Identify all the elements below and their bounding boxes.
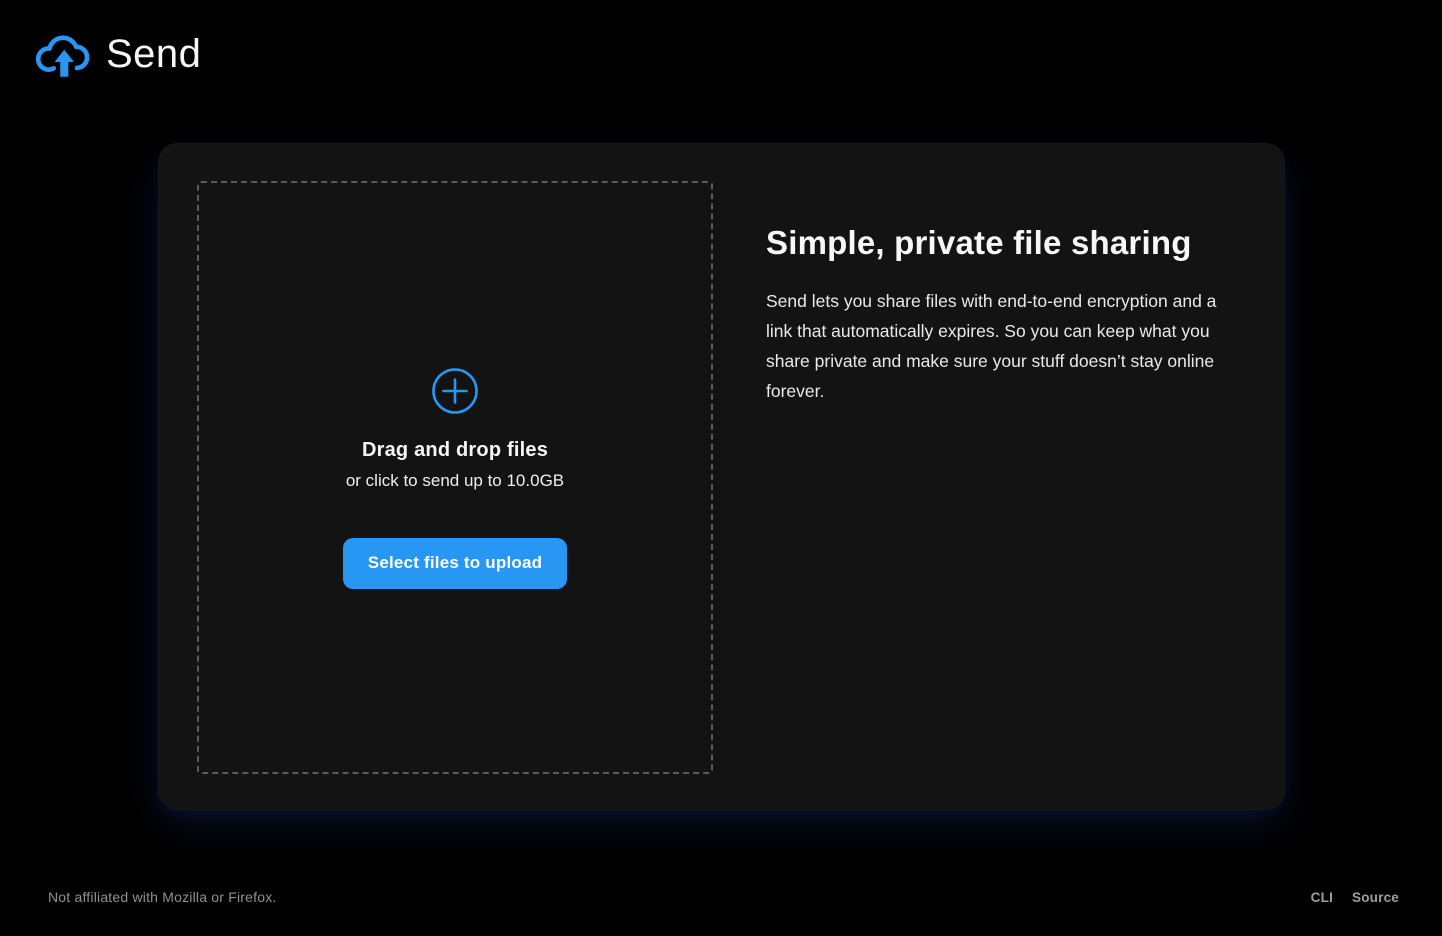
footer-link-source[interactable]: Source (1352, 890, 1399, 905)
plus-circle-icon (431, 367, 479, 415)
header: Send (36, 28, 201, 80)
footer-links: CLI Source (1311, 890, 1399, 905)
dropzone-subtitle: or click to send up to 10.0GB (346, 471, 564, 491)
app-title[interactable]: Send (106, 34, 201, 74)
intro-body: Send lets you share files with end-to-en… (766, 286, 1238, 406)
main-card: Drag and drop files or click to send up … (158, 143, 1285, 810)
footer-disclaimer: Not affiliated with Mozilla or Firefox. (48, 889, 277, 905)
footer: Not affiliated with Mozilla or Firefox. … (48, 889, 1399, 905)
cloud-upload-icon[interactable] (36, 28, 90, 80)
dropzone-title: Drag and drop files (362, 439, 548, 462)
select-files-button[interactable]: Select files to upload (343, 538, 567, 589)
intro-section: Simple, private file sharing Send lets y… (766, 222, 1238, 406)
footer-link-cli[interactable]: CLI (1311, 890, 1333, 905)
file-dropzone[interactable]: Drag and drop files or click to send up … (197, 181, 713, 774)
intro-heading: Simple, private file sharing (766, 222, 1238, 263)
